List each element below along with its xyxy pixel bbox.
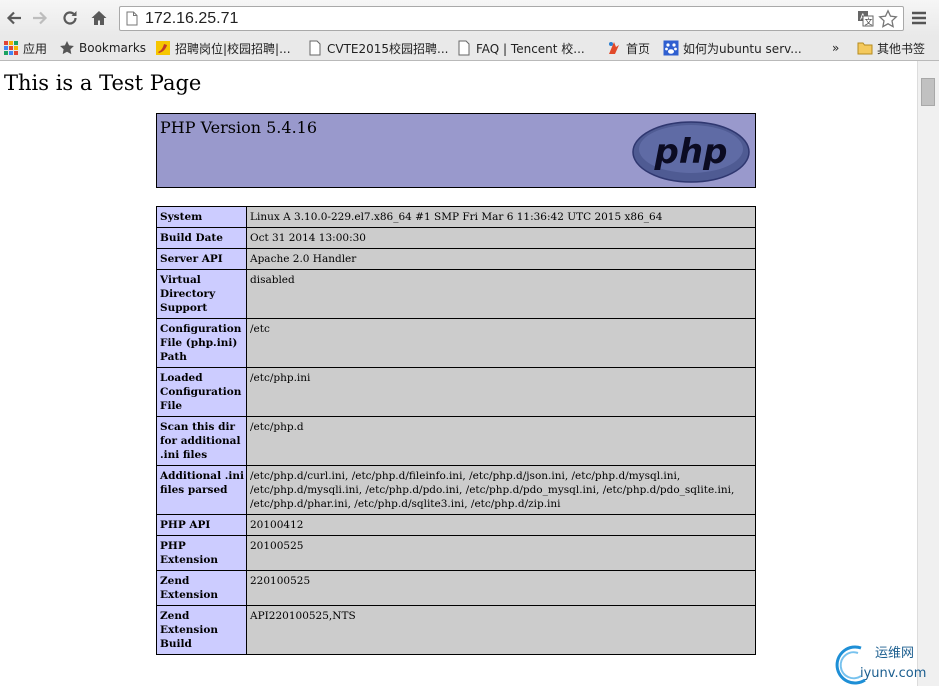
bookmark-label: 首页 <box>626 41 651 56</box>
chevron-more-icon: » <box>832 41 840 55</box>
svg-text:php: php <box>654 132 728 172</box>
bookmark-label: Bookmarks <box>79 41 147 55</box>
row-value: Apache 2.0 Handler <box>246 248 756 270</box>
back-arrow-icon <box>6 11 21 25</box>
folder-icon <box>857 42 873 55</box>
bookmark-home[interactable]: 首页 <box>606 40 650 56</box>
php-logo: php <box>632 121 750 183</box>
row-value: /etc <box>246 318 756 368</box>
bookmark-apps[interactable]: 应用 <box>3 40 47 56</box>
table-row: PHP Extension 20100525 <box>156 535 756 571</box>
back-button[interactable] <box>2 6 26 30</box>
vertical-scrollbar[interactable] <box>917 61 939 686</box>
url-text[interactable]: 172.16.25.71 <box>145 10 238 28</box>
phpinfo-header: PHP Version 5.4.16 php <box>156 113 756 188</box>
table-row: System Linux A 3.10.0-229.el7.x86_64 #1 S… <box>156 206 756 228</box>
address-bar[interactable]: 172.16.25.71 A文 <box>119 6 904 31</box>
forward-arrow-icon <box>33 11 48 25</box>
watermark-logo: 运维网 iyunv.com <box>835 645 926 685</box>
table-row: Zend Extension Build API220100525,NTS <box>156 605 756 655</box>
forward-button[interactable] <box>28 6 52 30</box>
row-key: Zend Extension Build <box>156 605 247 655</box>
bookmark-recruit[interactable]: 招聘岗位|校园招聘|... <box>155 40 291 56</box>
watermark-domain: iyunv.com <box>860 666 926 681</box>
table-row: Loaded Configuration File/etc/php.ini <box>156 367 756 417</box>
bookmark-star-icon[interactable] <box>878 9 898 29</box>
row-key: PHP API <box>156 514 247 536</box>
bookmark-label: FAQ | Tencent 校... <box>476 41 585 56</box>
bookmark-label: 如何为ubuntu serv... <box>683 41 802 56</box>
table-row: Scan this dir for additional .ini files /… <box>156 416 756 466</box>
home-icon <box>91 11 107 25</box>
bookmark-cvte[interactable]: CVTE2015校园招聘... <box>307 40 448 56</box>
svg-text:文: 文 <box>865 17 873 27</box>
page-icon <box>126 11 138 26</box>
phpinfo-table-body: System Linux A 3.10.0-229.el7.x86_64 #1 S… <box>156 206 756 655</box>
apps-grid-icon <box>4 41 18 55</box>
row-key: Zend Extension <box>156 570 247 606</box>
row-value: /etc/php.d <box>246 416 756 466</box>
bookmark-label: 应用 <box>23 41 48 56</box>
row-key: Build Date <box>156 227 247 249</box>
site-favicon <box>609 42 619 54</box>
reload-button[interactable] <box>58 6 82 30</box>
row-key: Loaded Configuration File <box>156 367 247 417</box>
phpinfo-table: System Linux A 3.10.0-229.el7.x86_64 #1 S… <box>156 206 756 655</box>
row-value: 20100525 <box>246 535 756 571</box>
home-button[interactable] <box>87 6 111 30</box>
row-value: 20100412 <box>246 514 756 536</box>
row-key: Configuration File (php.ini) Path <box>156 318 247 368</box>
bookmark-label: 招聘岗位|校园招聘|... <box>175 41 291 56</box>
bookmark-bookmarks[interactable]: Bookmarks <box>59 40 146 56</box>
row-key: PHP Extension <box>156 535 247 571</box>
row-key: System <box>156 206 247 228</box>
site-favicon <box>156 41 170 55</box>
reload-icon <box>63 11 77 25</box>
scrollbar-thumb[interactable] <box>921 78 935 106</box>
bookmark-label: 其他书签 <box>877 41 926 56</box>
row-value: disabled <box>246 269 756 319</box>
bookmark-other-folder[interactable]: 其他书签 <box>857 40 925 56</box>
row-value: /etc/php.d/curl.ini, /etc/php.d/fileinfo… <box>246 465 756 515</box>
table-row: Additional .ini files parsed/etc/php.d/c… <box>156 465 756 515</box>
table-row: Build Date Oct 31 2014 13:00:30 <box>156 227 756 249</box>
table-row: Configuration File (php.ini) Path/etc <box>156 318 756 368</box>
bookmark-faq[interactable]: FAQ | Tencent 校... <box>456 40 585 56</box>
bookmarks-overflow-button[interactable]: » <box>832 40 839 56</box>
menu-button[interactable] <box>907 6 931 30</box>
row-key: Additional .ini files parsed <box>156 465 247 515</box>
php-version-title: PHP Version 5.4.16 <box>160 118 318 137</box>
row-value: API220100525,NTS <box>246 605 756 655</box>
row-value: 220100525 <box>246 570 756 606</box>
row-value: Linux A 3.10.0-229.el7.x86_64 #1 SMP Fri… <box>246 206 756 228</box>
row-key: Server API <box>156 248 247 270</box>
bookmark-label: CVTE2015校园招聘... <box>327 41 449 56</box>
page-heading: This is a Test Page <box>4 71 202 95</box>
bookmarks-bar: 应用 Bookmarks 招聘岗位|校园招聘|... CVTE2015校园招聘.… <box>0 36 939 61</box>
table-row: Zend Extension 220100525 <box>156 570 756 606</box>
table-row: Server API Apache 2.0 Handler <box>156 248 756 270</box>
star-icon <box>60 41 74 55</box>
row-value: Oct 31 2014 13:00:30 <box>246 227 756 249</box>
bookmark-ubuntu[interactable]: 如何为ubuntu serv... <box>663 40 802 56</box>
translate-icon[interactable]: A文 <box>857 10 874 27</box>
watermark-name: 运维网 <box>875 646 914 661</box>
baidu-paw-icon <box>663 40 679 56</box>
table-row: PHP API 20100412 <box>156 514 756 536</box>
page-icon <box>458 40 470 56</box>
page-icon <box>309 40 321 56</box>
page-viewport: This is a Test Page PHP Version 5.4.16 p… <box>0 61 917 686</box>
browser-toolbar: 172.16.25.71 A文 <box>0 0 939 36</box>
table-row: Virtual Directory Support disabled <box>156 269 756 319</box>
hamburger-menu-icon <box>912 11 926 25</box>
row-key: Scan this dir for additional .ini files <box>156 416 247 466</box>
row-key: Virtual Directory Support <box>156 269 247 319</box>
row-value: /etc/php.ini <box>246 367 756 417</box>
